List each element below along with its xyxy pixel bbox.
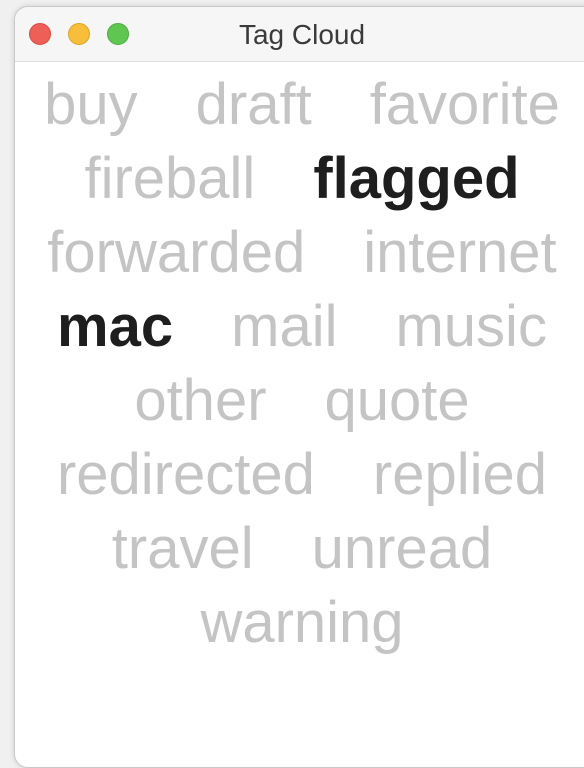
tag-travel[interactable]: travel (112, 512, 254, 586)
tag-row: buy draft favorite (15, 68, 584, 142)
tag-mail[interactable]: mail (231, 290, 337, 364)
title-bar[interactable]: Tag Cloud (15, 7, 584, 62)
tag-draft[interactable]: draft (196, 68, 312, 142)
tag-row: warning (15, 586, 584, 660)
tag-unread[interactable]: unread (312, 512, 493, 586)
tag-cloud-window: Tag Cloud buy draft favorite fireball fl… (14, 6, 584, 768)
tag-row: other quote (15, 364, 584, 438)
tag-replied[interactable]: replied (373, 438, 547, 512)
tag-redirected[interactable]: redirected (57, 438, 315, 512)
tag-flagged[interactable]: flagged (313, 142, 519, 216)
tag-row: travel unread (15, 512, 584, 586)
tag-cloud: buy draft favorite fireball flagged forw… (15, 62, 584, 660)
tag-mac[interactable]: mac (57, 290, 173, 364)
tag-music[interactable]: music (395, 290, 546, 364)
tag-row: redirected replied (15, 438, 584, 512)
tag-row: fireball flagged (15, 142, 584, 216)
tag-fireball[interactable]: fireball (84, 142, 255, 216)
tag-row: mac mail music (15, 290, 584, 364)
tag-internet[interactable]: internet (363, 216, 556, 290)
tag-warning[interactable]: warning (200, 586, 403, 660)
tag-favorite[interactable]: favorite (370, 68, 560, 142)
tag-row: forwarded internet (15, 216, 584, 290)
window-title: Tag Cloud (238, 19, 366, 50)
tag-quote[interactable]: quote (325, 364, 470, 438)
tag-other[interactable]: other (134, 364, 266, 438)
tag-forwarded[interactable]: forwarded (47, 216, 305, 290)
tag-buy[interactable]: buy (44, 68, 138, 142)
